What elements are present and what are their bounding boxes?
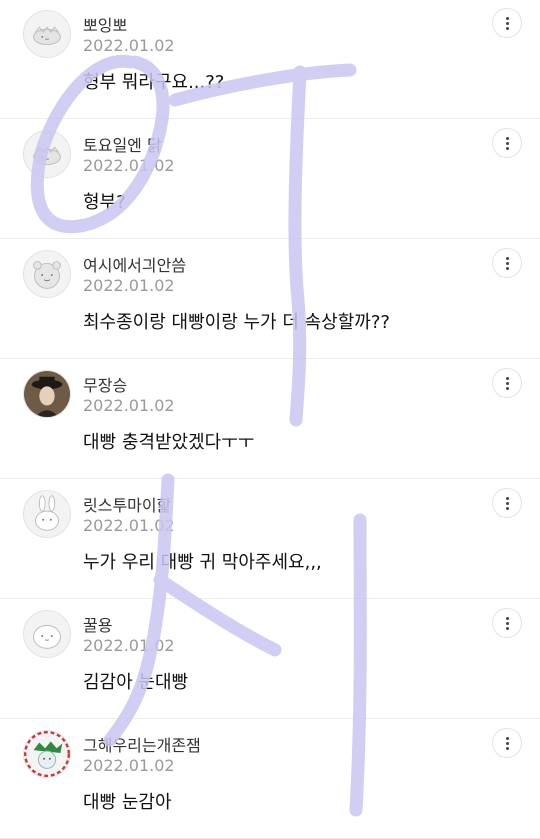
more-options-button[interactable] [492,488,522,518]
bear-avatar-icon [24,251,70,297]
comment-nickname[interactable]: 꿀용 [83,612,112,636]
comment-item: 그해우리는개존잼 2022.01.02 대빵 눈감아 [0,719,540,839]
comment-text: 최수종이랑 대빵이랑 누가 더 속상할까?? [83,312,390,333]
avatar[interactable] [23,610,71,658]
comment-text: 대빵 눈감아 [83,792,172,813]
comment-item: 뽀잉뽀 2022.01.02 형부 뭐라구요...?? [0,0,540,119]
more-vertical-icon [506,257,509,260]
avatar[interactable] [23,490,71,538]
comment-date: 2022.01.02 [83,156,175,175]
comment-date: 2022.01.02 [83,516,175,535]
comment-text: 대빵 충격받았겠다ㅜㅜ [83,432,255,453]
avatar[interactable] [23,730,71,778]
avatar[interactable] [23,370,71,418]
comment-date: 2022.01.02 [83,36,175,55]
comment-nickname[interactable]: 토요일엔 닭 [83,132,162,156]
more-vertical-icon [506,137,509,140]
dino-avatar-icon [24,11,70,57]
comment-date: 2022.01.02 [83,396,175,415]
comment-nickname[interactable]: 뽀잉뽀 [83,12,127,36]
comment-text: 김감아 눈대빵 [83,672,189,693]
comment-text: 형부 뭐라구요...?? [83,72,225,93]
bunny-avatar-icon [24,491,70,537]
more-options-button[interactable] [492,248,522,278]
photo-avatar-icon [24,371,70,417]
more-options-button[interactable] [492,728,522,758]
dino-avatar-icon [24,131,70,177]
more-options-button[interactable] [492,8,522,38]
comment-text: 형부? [83,192,126,213]
comment-item: 릿스투마이핥 2022.01.02 누가 우리 대빵 귀 막아주세요,,, [0,479,540,599]
comment-nickname[interactable]: 릿스투마이핥 [83,492,171,516]
comment-nickname[interactable]: 무장승 [83,372,127,396]
more-options-button[interactable] [492,128,522,158]
comment-nickname[interactable]: 여시에서긔안씀 [83,252,186,276]
avatar[interactable] [23,250,71,298]
avatar[interactable] [23,130,71,178]
comment-item: 꿀용 2022.01.02 김감아 눈대빵 [0,599,540,719]
comment-item: 토요일엔 닭 2022.01.02 형부? [0,119,540,239]
more-options-button[interactable] [492,368,522,398]
christmas-avatar-icon [24,731,70,777]
more-vertical-icon [506,737,509,740]
comment-item: 여시에서긔안씀 2022.01.02 최수종이랑 대빵이랑 누가 더 속상할까?? [0,239,540,359]
comment-item: 무장승 2022.01.02 대빵 충격받았겠다ㅜㅜ [0,359,540,479]
more-vertical-icon [506,17,509,20]
blob-avatar-icon [24,611,70,657]
more-options-button[interactable] [492,608,522,638]
comment-date: 2022.01.02 [83,636,175,655]
comment-date: 2022.01.02 [83,276,175,295]
avatar[interactable] [23,10,71,58]
comment-nickname[interactable]: 그해우리는개존잼 [83,732,201,756]
more-vertical-icon [506,617,509,620]
more-vertical-icon [506,377,509,380]
comment-date: 2022.01.02 [83,756,175,775]
more-vertical-icon [506,497,509,500]
comment-text: 누가 우리 대빵 귀 막아주세요,,, [83,552,322,573]
